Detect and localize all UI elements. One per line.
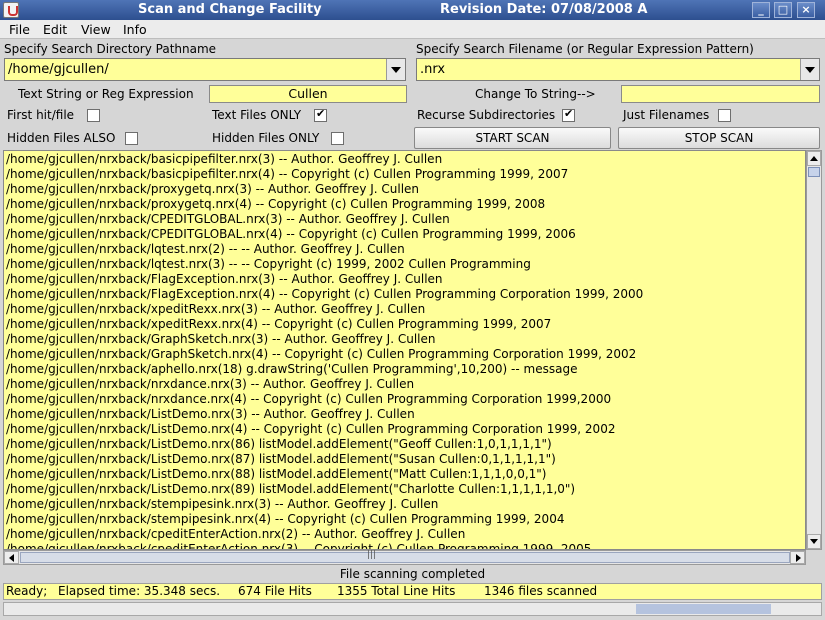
result-row[interactable]: /home/gjcullen/nrxback/lqtest.nrx(2) -- … — [6, 242, 405, 257]
result-row[interactable]: /home/gjcullen/nrxback/proxygetq.nrx(4) … — [6, 197, 545, 212]
result-row[interactable]: /home/gjcullen/nrxback/basicpipefilter.n… — [6, 152, 442, 167]
result-row[interactable]: /home/gjcullen/nrxback/ListDemo.nrx(89) … — [6, 482, 575, 497]
minimize-button[interactable]: _ — [752, 2, 770, 18]
hidden-only-label: Hidden Files ONLY — [212, 131, 320, 145]
search-dir-label: Specify Search Directory Pathname — [4, 42, 217, 56]
status-file-hits: 674 File Hits — [238, 584, 312, 598]
search-file-combo[interactable]: .nrx — [416, 58, 820, 81]
result-row[interactable]: /home/gjcullen/nrxback/cpeditEnterAction… — [6, 542, 591, 549]
menu-info[interactable]: Info — [123, 22, 147, 37]
status-files-scanned: 1346 files scanned — [484, 584, 598, 598]
revision-date: Revision Date: 07/08/2008 A — [440, 2, 648, 17]
close-button[interactable]: × — [797, 2, 815, 18]
recurse-checkbox[interactable] — [562, 107, 575, 122]
scroll-down-icon[interactable] — [807, 534, 821, 549]
text-only-checkbox[interactable] — [314, 107, 327, 122]
progress-bar — [3, 602, 822, 616]
scroll-left-icon[interactable] — [4, 551, 19, 564]
hidden-only-checkbox[interactable] — [331, 132, 344, 145]
search-file-label: Specify Search Filename (or Regular Expr… — [416, 42, 754, 56]
result-row[interactable]: /home/gjcullen/nrxback/proxygetq.nrx(3) … — [6, 182, 419, 197]
menu-edit[interactable]: Edit — [43, 22, 67, 37]
horizontal-scrollbar[interactable] — [3, 550, 806, 565]
result-row[interactable]: /home/gjcullen/nrxback/ListDemo.nrx(4) -… — [6, 422, 615, 437]
status-line-hits: 1355 Total Line Hits — [337, 584, 456, 598]
text-string-label: Text String or Reg Expression — [18, 87, 194, 101]
menu-view[interactable]: View — [81, 22, 111, 37]
result-row[interactable]: /home/gjcullen/nrxback/basicpipefilter.n… — [6, 167, 568, 182]
vertical-scrollbar[interactable] — [806, 150, 822, 550]
result-row[interactable]: /home/gjcullen/nrxback/nrxdance.nrx(4) -… — [6, 392, 611, 407]
status-elapsed: Elapsed time: 35.348 secs. — [58, 584, 221, 598]
search-file-value[interactable]: .nrx — [420, 62, 445, 77]
result-row[interactable]: /home/gjcullen/nrxback/nrxdance.nrx(3) -… — [6, 377, 414, 392]
result-row[interactable]: /home/gjcullen/nrxback/cpeditEnterAction… — [6, 527, 465, 542]
vertical-scroll-thumb[interactable] — [808, 167, 820, 177]
scroll-right-icon[interactable] — [790, 551, 805, 564]
scroll-up-icon[interactable] — [807, 151, 821, 166]
text-only-label: Text Files ONLY — [212, 108, 302, 122]
chevron-down-icon[interactable] — [386, 59, 405, 80]
java-app-icon[interactable] — [3, 2, 19, 18]
menu-file[interactable]: File — [9, 22, 30, 37]
result-row[interactable]: /home/gjcullen/nrxback/ListDemo.nrx(86) … — [6, 437, 552, 452]
stop-scan-button[interactable]: STOP SCAN — [618, 127, 820, 149]
result-row[interactable]: /home/gjcullen/nrxback/xpeditRexx.nrx(4)… — [6, 317, 551, 332]
just-filenames-checkbox[interactable] — [718, 109, 731, 122]
search-dir-value[interactable]: /home/gjcullen/ — [8, 62, 109, 77]
just-filenames-label: Just Filenames — [623, 108, 710, 122]
result-row[interactable]: /home/gjcullen/nrxback/lqtest.nrx(3) -- … — [6, 257, 531, 272]
change-to-label: Change To String--> — [475, 87, 596, 101]
result-row[interactable]: /home/gjcullen/nrxback/stempipesink.nrx(… — [6, 497, 438, 512]
change-to-input[interactable] — [621, 85, 820, 103]
result-row[interactable]: /home/gjcullen/nrxback/stempipesink.nrx(… — [6, 512, 564, 527]
first-hit-label: First hit/file — [7, 108, 75, 122]
result-row[interactable]: /home/gjcullen/nrxback/aphello.nrx(18) g… — [6, 362, 577, 377]
results-list[interactable]: /home/gjcullen/nrxback/basicpipefilter.n… — [3, 150, 806, 550]
progress-fill — [636, 604, 771, 614]
maximize-button[interactable]: □ — [774, 2, 792, 18]
window-title: Scan and Change Facility — [138, 2, 322, 17]
result-row[interactable]: /home/gjcullen/nrxback/FlagException.nrx… — [6, 272, 443, 287]
result-row[interactable]: /home/gjcullen/nrxback/GraphSketch.nrx(4… — [6, 347, 636, 362]
status-bar: Ready; Elapsed time: 35.348 secs. 674 Fi… — [3, 583, 822, 600]
result-row[interactable]: /home/gjcullen/nrxback/ListDemo.nrx(3) -… — [6, 407, 415, 422]
menu-bar: File Edit View Info — [0, 20, 825, 39]
hidden-also-checkbox[interactable] — [125, 132, 138, 145]
horizontal-scroll-thumb[interactable] — [20, 550, 790, 563]
result-row[interactable]: /home/gjcullen/nrxback/ListDemo.nrx(88) … — [6, 467, 546, 482]
chevron-down-icon[interactable] — [800, 59, 819, 80]
result-row[interactable]: /home/gjcullen/nrxback/CPEDITGLOBAL.nrx(… — [6, 212, 450, 227]
search-dir-combo[interactable]: /home/gjcullen/ — [4, 58, 406, 81]
result-row[interactable]: /home/gjcullen/nrxback/FlagException.nrx… — [6, 287, 643, 302]
result-row[interactable]: /home/gjcullen/nrxback/ListDemo.nrx(87) … — [6, 452, 556, 467]
recurse-label: Recurse Subdirectories — [417, 108, 556, 122]
title-bar: Scan and Change Facility Revision Date: … — [0, 0, 825, 20]
first-hit-checkbox[interactable] — [87, 109, 100, 122]
status-message: File scanning completed — [339, 567, 486, 581]
status-state: Ready; — [6, 584, 48, 598]
result-row[interactable]: /home/gjcullen/nrxback/xpeditRexx.nrx(3)… — [6, 302, 425, 317]
text-string-input[interactable]: Cullen — [209, 85, 407, 103]
result-row[interactable]: /home/gjcullen/nrxback/GraphSketch.nrx(3… — [6, 332, 436, 347]
result-row[interactable]: /home/gjcullen/nrxback/CPEDITGLOBAL.nrx(… — [6, 227, 576, 242]
start-scan-button[interactable]: START SCAN — [414, 127, 611, 149]
hidden-also-label: Hidden Files ALSO — [7, 131, 116, 145]
